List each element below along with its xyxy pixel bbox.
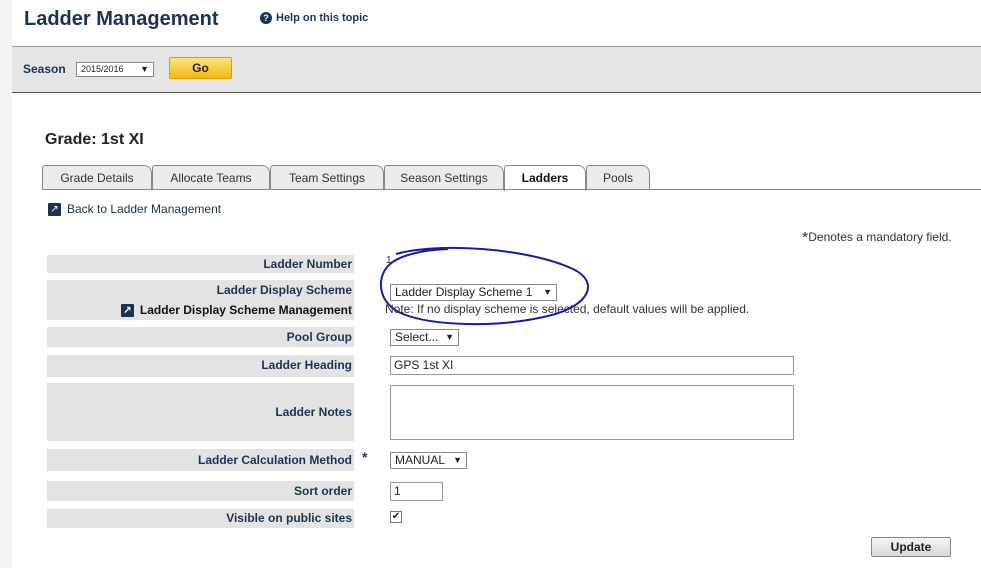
tab-ladders[interactable]: Ladders	[504, 165, 586, 191]
left-margin-strip	[0, 0, 12, 568]
ladder-notes-label: Ladder Notes	[47, 383, 354, 441]
ladder-heading-label: Ladder Heading	[47, 355, 354, 377]
external-link-icon: ↗	[120, 304, 134, 317]
back-to-ladder-management-link[interactable]: ↗ Back to Ladder Management	[48, 202, 221, 216]
required-star: *	[362, 449, 368, 465]
display-scheme-management-link[interactable]: ↗ Ladder Display Scheme Management	[47, 302, 352, 319]
ladder-heading-input[interactable]: GPS 1st XI	[390, 356, 794, 375]
dropdown-arrow-icon: ▼	[445, 332, 454, 342]
tab-team-settings[interactable]: Team Settings	[270, 165, 384, 190]
display-scheme-select[interactable]: Ladder Display Scheme 1 ▼	[390, 284, 557, 301]
pool-group-label: Pool Group	[47, 327, 354, 347]
display-scheme-label-cell: Ladder Display Scheme ↗ Ladder Display S…	[47, 280, 354, 320]
ladder-number-label: Ladder Number	[47, 255, 354, 273]
season-bar: Season 2015/2016 ▼ Go	[12, 46, 981, 93]
season-label: Season	[23, 62, 66, 76]
mandatory-note: *Denotes a mandatory field.	[802, 230, 952, 248]
display-scheme-select-value: Ladder Display Scheme 1	[395, 285, 533, 299]
update-button[interactable]: Update	[871, 537, 951, 557]
sort-order-label: Sort order	[47, 481, 354, 501]
tab-pools[interactable]: Pools	[586, 165, 650, 190]
display-scheme-management-label: Ladder Display Scheme Management	[139, 303, 352, 317]
season-select[interactable]: 2015/2016 ▼	[76, 62, 154, 77]
dropdown-arrow-icon: ▼	[453, 455, 462, 465]
visible-label: Visible on public sites	[47, 509, 354, 528]
dropdown-arrow-icon: ▼	[140, 64, 149, 74]
sort-order-input[interactable]: 1	[390, 482, 443, 501]
calc-method-label: Ladder Calculation Method	[47, 449, 354, 471]
tab-underline	[42, 189, 981, 190]
ladder-number-value: 1	[386, 255, 392, 266]
grade-title: Grade: 1st XI	[45, 131, 144, 148]
help-link[interactable]: ? Help on this topic	[260, 12, 368, 24]
season-select-value: 2015/2016	[81, 64, 124, 74]
calc-method-select-value: MANUAL	[395, 453, 446, 467]
display-scheme-label: Ladder Display Scheme	[216, 283, 352, 297]
question-icon: ?	[260, 12, 272, 24]
pool-group-select[interactable]: Select... ▼	[390, 329, 459, 346]
help-link-label: Help on this topic	[276, 12, 369, 24]
page-title: Ladder Management	[24, 8, 219, 30]
display-scheme-note: Note: If no display scheme is selected, …	[385, 302, 750, 316]
visible-checkbox[interactable]: ✔	[390, 511, 402, 523]
external-link-icon: ↗	[48, 202, 61, 216]
tab-season-settings[interactable]: Season Settings	[384, 165, 504, 190]
tab-grade-details[interactable]: Grade Details	[42, 165, 152, 190]
mandatory-note-text: Denotes a mandatory field.	[808, 230, 952, 244]
ladder-notes-textarea[interactable]	[390, 385, 794, 440]
back-link-label: Back to Ladder Management	[67, 202, 222, 216]
dropdown-arrow-icon: ▼	[543, 287, 552, 297]
calc-method-select[interactable]: MANUAL ▼	[390, 452, 467, 469]
go-button[interactable]: Go	[169, 57, 232, 79]
pool-group-select-value: Select...	[395, 330, 439, 344]
tab-allocate-teams[interactable]: Allocate Teams	[152, 165, 270, 190]
